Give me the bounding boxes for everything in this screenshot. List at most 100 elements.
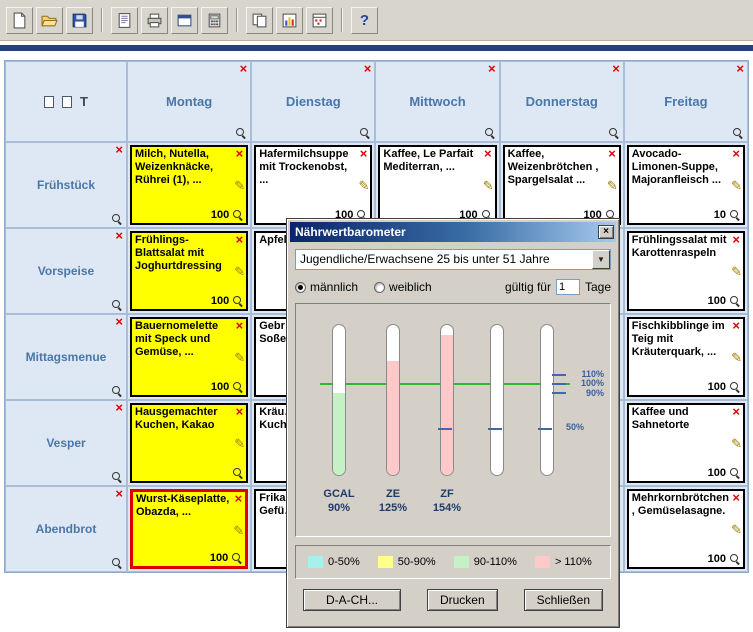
day-header-freitag[interactable]: × Freitag bbox=[624, 61, 748, 142]
meal-box[interactable]: × Frühlings-Blattsalat mit Joghurtdressi… bbox=[130, 231, 248, 311]
portion-value[interactable]: 100 bbox=[210, 552, 228, 564]
close-icon[interactable]: × bbox=[598, 225, 614, 239]
meal-box[interactable]: × Frühlingssalat mit Karottenraspeln ✎ 1… bbox=[627, 231, 745, 311]
delete-icon[interactable]: × bbox=[484, 147, 492, 161]
edit-icon[interactable]: ✎ bbox=[358, 179, 369, 192]
magnifier-icon[interactable] bbox=[232, 209, 244, 221]
delete-icon[interactable]: × bbox=[608, 147, 616, 161]
edit-icon[interactable]: ✎ bbox=[731, 179, 742, 192]
delete-icon[interactable]: × bbox=[236, 233, 244, 247]
meal-cell-freitag-fruehstueck[interactable]: × Avocado-Limonen-Suppe, Majoranfleisch … bbox=[624, 142, 748, 228]
edit-icon[interactable]: ✎ bbox=[731, 351, 742, 364]
day-header-montag[interactable]: × Montag bbox=[127, 61, 251, 142]
magnifier-icon[interactable] bbox=[484, 127, 496, 139]
portion-value[interactable]: 100 bbox=[708, 381, 726, 393]
validity-days-input[interactable] bbox=[556, 279, 580, 295]
delete-icon[interactable]: × bbox=[736, 62, 744, 76]
meal-cell-freitag-abendbrot[interactable]: × Mehrkornbrötchen , Gemüselasagne. ✎ 10… bbox=[624, 486, 748, 572]
portion-value[interactable]: 100 bbox=[708, 467, 726, 479]
edit-icon[interactable]: ✎ bbox=[607, 179, 618, 192]
corner-t-label[interactable]: T bbox=[80, 94, 88, 109]
meal-box[interactable]: × Fischkibblinge im Teig mit Kräuterquar… bbox=[627, 317, 745, 397]
meal-cell-donnerstag-fruehstueck[interactable]: × Kaffee, Weizenbrötchen , Spargelsalat … bbox=[500, 142, 624, 228]
delete-icon[interactable]: × bbox=[236, 319, 244, 333]
radio-female[interactable]: weiblich bbox=[374, 280, 432, 294]
age-group-select[interactable]: Jugendliche/Erwachsene 25 bis unter 51 J… bbox=[295, 249, 611, 270]
row-label-vorspeise[interactable]: × Vorspeise bbox=[5, 228, 127, 314]
magnifier-icon[interactable] bbox=[729, 553, 741, 565]
window-button[interactable] bbox=[171, 7, 198, 34]
meal-box[interactable]: × Hausgemachter Kuchen, Kakao ✎ bbox=[130, 403, 248, 483]
portion-value[interactable]: 100 bbox=[211, 209, 229, 221]
print-button[interactable] bbox=[141, 7, 168, 34]
delete-icon[interactable]: × bbox=[115, 229, 123, 243]
delete-icon[interactable]: × bbox=[364, 62, 372, 76]
edit-icon[interactable]: ✎ bbox=[483, 179, 494, 192]
magnifier-icon[interactable] bbox=[729, 381, 741, 393]
meal-box[interactable]: × Bauernomelette mit Speck und Gemüse, .… bbox=[130, 317, 248, 397]
open-button[interactable] bbox=[36, 7, 63, 34]
portion-value[interactable]: 100 bbox=[211, 295, 229, 307]
day-header-dienstag[interactable]: × Dienstag bbox=[251, 61, 375, 142]
delete-icon[interactable]: × bbox=[115, 315, 123, 329]
meal-box[interactable]: × Avocado-Limonen-Suppe, Majoranfleisch … bbox=[627, 145, 745, 225]
delete-icon[interactable]: × bbox=[360, 147, 368, 161]
help-button[interactable]: ? bbox=[351, 7, 378, 34]
meal-cell-montag-mittagsmenue[interactable]: × Bauernomelette mit Speck und Gemüse, .… bbox=[127, 314, 251, 400]
meal-cell-montag-fruehstueck[interactable]: × Milch, Nutella, Weizenknäcke, Rührei (… bbox=[127, 142, 251, 228]
chart-button[interactable] bbox=[276, 7, 303, 34]
magnifier-icon[interactable] bbox=[111, 213, 123, 225]
chevron-down-icon[interactable]: ▼ bbox=[592, 250, 610, 269]
meal-box[interactable]: × Milch, Nutella, Weizenknäcke, Rührei (… bbox=[130, 145, 248, 225]
radio-male-icon[interactable] bbox=[295, 282, 306, 293]
close-dialog-button[interactable]: Schließen bbox=[524, 589, 603, 611]
delete-icon[interactable]: × bbox=[732, 147, 740, 161]
delete-icon[interactable]: × bbox=[236, 405, 244, 419]
edit-icon[interactable]: ✎ bbox=[234, 179, 245, 192]
dach-button[interactable]: D-A-CH... bbox=[303, 589, 401, 611]
magnifier-icon[interactable] bbox=[732, 127, 744, 139]
meal-cell-freitag-vesper[interactable]: × Kaffee und Sahnetorte ✎ 100 bbox=[624, 400, 748, 486]
meal-box[interactable]: × Hafermilchsuppe mit Trockenobst, ... ✎… bbox=[254, 145, 372, 225]
magnifier-icon[interactable] bbox=[111, 385, 123, 397]
meal-cell-freitag-mittagsmenue[interactable]: × Fischkibblinge im Teig mit Kräuterquar… bbox=[624, 314, 748, 400]
row-label-abendbrot[interactable]: × Abendbrot bbox=[5, 486, 127, 572]
magnifier-icon[interactable] bbox=[235, 127, 247, 139]
meal-cell-montag-vorspeise[interactable]: × Frühlings-Blattsalat mit Joghurtdressi… bbox=[127, 228, 251, 314]
delete-icon[interactable]: × bbox=[732, 491, 740, 505]
magnifier-icon[interactable] bbox=[111, 299, 123, 311]
magnifier-icon[interactable] bbox=[232, 381, 244, 393]
edit-icon[interactable]: ✎ bbox=[731, 437, 742, 450]
calculator-button[interactable] bbox=[201, 7, 228, 34]
new-plan-icon[interactable] bbox=[62, 96, 72, 108]
calendar-button[interactable] bbox=[306, 7, 333, 34]
row-label-vesper[interactable]: × Vesper bbox=[5, 400, 127, 486]
magnifier-icon[interactable] bbox=[729, 467, 741, 479]
meal-box-selected[interactable]: × Wurst-Käseplatte, Obazda, ... ✎ 100 bbox=[130, 489, 248, 569]
radio-male[interactable]: männlich bbox=[295, 280, 358, 294]
day-header-donnerstag[interactable]: × Donnerstag bbox=[500, 61, 624, 142]
delete-icon[interactable]: × bbox=[732, 233, 740, 247]
save-button[interactable] bbox=[66, 7, 93, 34]
delete-icon[interactable]: × bbox=[612, 62, 620, 76]
delete-icon[interactable]: × bbox=[115, 487, 123, 501]
meal-box[interactable]: × Mehrkornbrötchen , Gemüselasagne. ✎ 10… bbox=[627, 489, 745, 569]
meal-cell-dienstag-fruehstueck[interactable]: × Hafermilchsuppe mit Trockenobst, ... ✎… bbox=[251, 142, 375, 228]
delete-icon[interactable]: × bbox=[488, 62, 496, 76]
dialog-titlebar[interactable]: Nährwertbarometer × bbox=[290, 222, 616, 242]
delete-icon[interactable]: × bbox=[115, 143, 123, 157]
row-label-fruehstueck[interactable]: × Frühstück bbox=[5, 142, 127, 228]
magnifier-icon[interactable] bbox=[111, 557, 123, 569]
edit-icon[interactable]: ✎ bbox=[233, 524, 244, 537]
delete-icon[interactable]: × bbox=[240, 62, 248, 76]
radio-female-icon[interactable] bbox=[374, 282, 385, 293]
portion-value[interactable]: 100 bbox=[211, 381, 229, 393]
delete-icon[interactable]: × bbox=[115, 401, 123, 415]
meal-cell-montag-abendbrot[interactable]: × Wurst-Käseplatte, Obazda, ... ✎ 100 bbox=[127, 486, 251, 572]
report-button[interactable] bbox=[111, 7, 138, 34]
meal-box[interactable]: × Kaffee, Weizenbrötchen , Spargelsalat … bbox=[503, 145, 621, 225]
meal-cell-freitag-vorspeise[interactable]: × Frühlingssalat mit Karottenraspeln ✎ 1… bbox=[624, 228, 748, 314]
meal-box[interactable]: × Kaffee und Sahnetorte ✎ 100 bbox=[627, 403, 745, 483]
copy-button[interactable] bbox=[246, 7, 273, 34]
delete-icon[interactable]: × bbox=[732, 319, 740, 333]
